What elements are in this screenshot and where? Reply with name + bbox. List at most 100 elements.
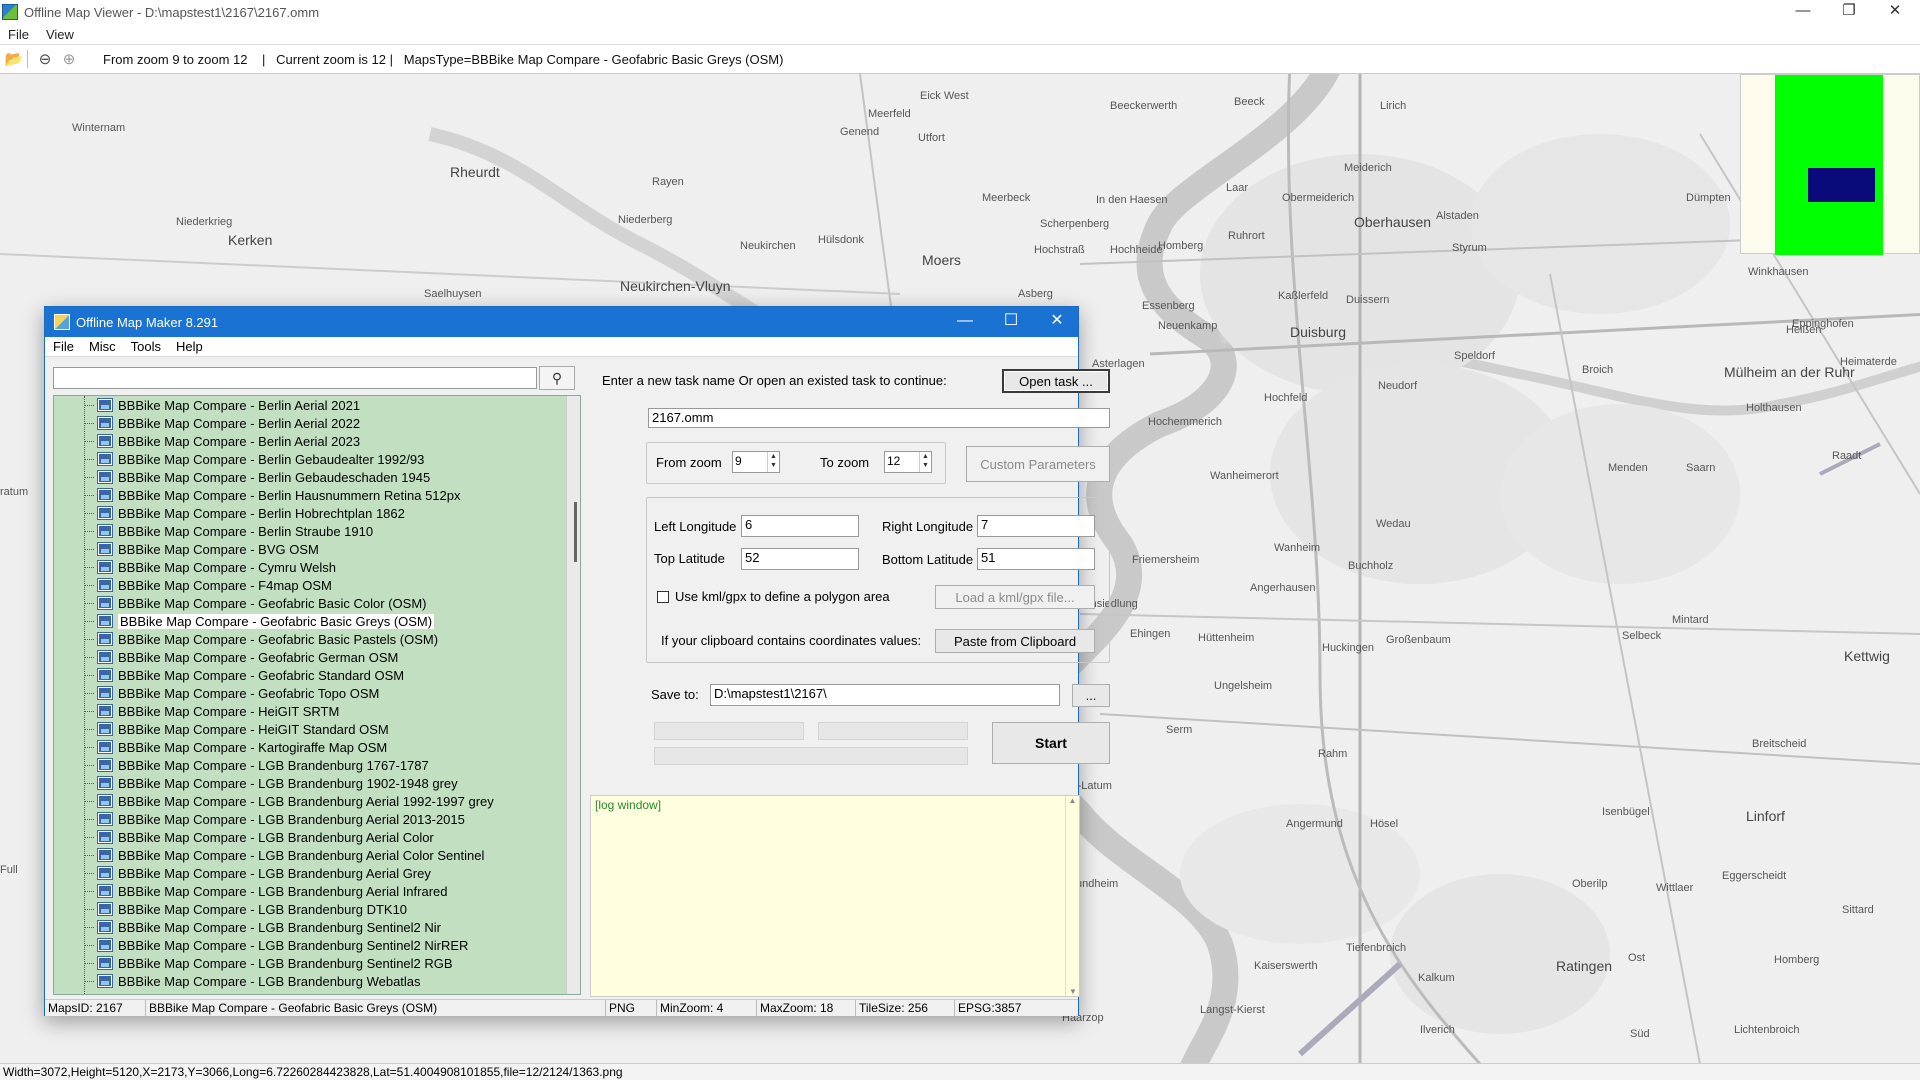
map-place-label: Wanheim xyxy=(1274,542,1321,554)
map-tile-icon xyxy=(97,938,113,952)
map-source-item[interactable]: BBBike Map Compare - Berlin Hausnummern … xyxy=(54,486,494,504)
map-source-item[interactable]: BBBike Map Compare - Berlin Gebaudeschad… xyxy=(54,468,494,486)
map-tile-icon xyxy=(97,884,113,898)
map-place-label: Heimaterde xyxy=(1840,356,1897,368)
map-source-item[interactable]: BBBike Map Compare - Geofabric Topo OSM xyxy=(54,684,494,702)
dialog-menu-tools[interactable]: Tools xyxy=(123,339,168,354)
map-source-label: BBBike Map Compare - LGB Brandenburg Aer… xyxy=(118,847,485,863)
spinner-arrows-icon[interactable]: ▲ ▼ xyxy=(919,452,931,472)
paste-clipboard-button[interactable]: Paste from Clipboard xyxy=(935,629,1095,653)
dialog-maximize-icon[interactable]: ☐ xyxy=(988,307,1034,337)
map-place-label: Beeck xyxy=(1234,96,1265,108)
map-source-item[interactable]: BBBike Map Compare - LGB Brandenburg Aer… xyxy=(54,810,494,828)
map-source-item[interactable]: BBBike Map Compare - HeiGIT Standard OSM xyxy=(54,720,494,738)
map-tile-icon xyxy=(97,740,113,754)
map-source-item[interactable]: BBBike Map Compare - Berlin Hobrechtplan… xyxy=(54,504,494,522)
dialog-menu-help[interactable]: Help xyxy=(168,339,210,354)
dialog-close-icon[interactable]: ✕ xyxy=(1034,307,1080,337)
map-source-item[interactable]: BBBike Map Compare - LGB Brandenburg Aer… xyxy=(54,882,494,900)
scroll-down-icon[interactable]: ▼ xyxy=(1069,987,1077,996)
map-source-item[interactable]: BBBike Map Compare - Geofabric German OS… xyxy=(54,648,494,666)
map-place-label: Selbeck xyxy=(1622,630,1662,642)
map-source-item[interactable]: BBBike Map Compare - Berlin Aerial 2023 xyxy=(54,432,494,450)
task-prompt-label: Enter a new task name Or open an existed… xyxy=(602,373,947,388)
overview-minimap[interactable] xyxy=(1740,74,1920,255)
dialog-title-bar[interactable]: Offline Map Maker 8.291 — ☐ ✕ xyxy=(45,307,1078,337)
map-source-item[interactable]: BBBike Map Compare - LGB Brandenburg 176… xyxy=(54,756,494,774)
map-source-item[interactable]: BBBike Map Compare - Kartogiraffe Map OS… xyxy=(54,738,494,756)
minimize-icon[interactable]: — xyxy=(1780,0,1826,24)
save-path-input[interactable]: D:\mapstest1\2167\ xyxy=(710,684,1060,706)
tree-scroll-thumb[interactable] xyxy=(574,502,577,562)
log-scrollbar[interactable]: ▲ ▼ xyxy=(1065,796,1079,996)
search-button[interactable]: ⚲ xyxy=(539,366,575,390)
map-source-item[interactable]: BBBike Map Compare - Geofabric Basic Pas… xyxy=(54,630,494,648)
zoom-out-icon[interactable]: ⊖ xyxy=(35,49,55,69)
restore-icon[interactable]: ❐ xyxy=(1826,0,1872,24)
map-source-item[interactable]: BBBike Map Compare - Berlin Straube 1910 xyxy=(54,522,494,540)
map-source-item[interactable]: BBBike Map Compare - LGB Brandenburg Sen… xyxy=(54,954,494,972)
zoom-in-icon[interactable]: ⊕ xyxy=(59,49,79,69)
map-source-item[interactable]: BBBike Map Compare - LGB Brandenburg Aer… xyxy=(54,846,494,864)
map-tile-icon xyxy=(97,398,113,412)
load-kml-button[interactable]: Load a kml/gpx file... xyxy=(935,585,1095,609)
to-zoom-spinner[interactable]: 12 ▲ ▼ xyxy=(884,451,932,473)
map-source-label: BBBike Map Compare - HeiGIT Standard OSM xyxy=(118,721,389,737)
map-source-item[interactable]: BBBike Map Compare - BVG OSM xyxy=(54,540,494,558)
map-source-item[interactable]: BBBike Map Compare - HeiGIT SRTM xyxy=(54,702,494,720)
map-source-item[interactable]: BBBike Map Compare - LGB Brandenburg 190… xyxy=(54,774,494,792)
map-source-item[interactable]: BBBike Map Compare - LGB Brandenburg Sen… xyxy=(54,936,494,954)
dialog-menu-file[interactable]: File xyxy=(45,339,81,354)
map-place-label: Hochemmerich xyxy=(1148,416,1222,428)
map-source-item[interactable]: BBBike Map Compare - LGB Brandenburg DTK… xyxy=(54,900,494,918)
map-source-item[interactable]: BBBike Map Compare - LGB Brandenburg Web… xyxy=(54,972,494,990)
menu-file[interactable]: File xyxy=(0,27,38,42)
dialog-menu-misc[interactable]: Misc xyxy=(81,339,123,354)
right-longitude-input[interactable]: 7 xyxy=(977,515,1095,537)
browse-button[interactable]: ... xyxy=(1072,684,1110,707)
map-source-item[interactable]: BBBike Map Compare - LGB Brandenburg Aer… xyxy=(54,792,494,810)
map-source-item[interactable]: BBBike Map Compare - F4map OSM xyxy=(54,576,494,594)
start-button[interactable]: Start xyxy=(992,722,1110,764)
bottom-latitude-input[interactable]: 51 xyxy=(977,548,1095,570)
tree-connector xyxy=(84,422,94,424)
map-place-label: Dümpten xyxy=(1686,192,1731,204)
top-latitude-input[interactable]: 52 xyxy=(741,548,859,570)
dialog-minimize-icon[interactable]: — xyxy=(942,307,988,337)
tree-connector xyxy=(84,782,94,784)
close-icon[interactable]: ✕ xyxy=(1872,0,1918,24)
map-source-item[interactable]: BBBike Map Compare - Geofabric Standard … xyxy=(54,666,494,684)
map-source-item[interactable]: BBBike Map Compare - LGB Brandenburg Aer… xyxy=(54,864,494,882)
map-place-label: Holthausen xyxy=(1746,402,1802,414)
log-window[interactable]: [log window] ▲ ▼ xyxy=(590,795,1080,997)
left-longitude-input[interactable]: 6 xyxy=(741,515,859,537)
to-zoom-value: 12 xyxy=(887,454,901,468)
map-source-item[interactable]: BBBike Map Compare - Geofabric Basic Col… xyxy=(54,594,494,612)
scroll-up-icon[interactable]: ▲ xyxy=(1069,796,1077,805)
menu-view[interactable]: View xyxy=(38,27,83,42)
map-place-label: Raadt xyxy=(1832,450,1862,462)
maps-tree[interactable]: BBBike Map Compare - Berlin Aerial 2021 B… xyxy=(53,395,581,995)
map-search-input[interactable] xyxy=(53,367,537,389)
map-source-item[interactable]: BBBike Map Compare - LGB Brandenburg Sen… xyxy=(54,918,494,936)
kml-checkbox[interactable] xyxy=(657,591,669,603)
map-source-label: BBBike Map Compare - LGB Brandenburg Web… xyxy=(118,973,421,989)
spinner-arrows-icon[interactable]: ▲ ▼ xyxy=(767,452,779,472)
map-source-item[interactable]: BBBike Map Compare - Berlin Aerial 2021 xyxy=(54,396,494,414)
custom-parameters-button[interactable]: Custom Parameters xyxy=(966,446,1110,482)
task-name-input[interactable]: 2167.omm xyxy=(648,408,1110,428)
from-zoom-spinner[interactable]: 9 ▲ ▼ xyxy=(732,451,780,473)
map-source-item[interactable]: BBBike Map Compare - Berlin Aerial 2022 xyxy=(54,414,494,432)
folder-open-icon[interactable]: 📂 xyxy=(4,49,24,69)
app-icon xyxy=(2,4,18,20)
map-source-item[interactable]: BBBike Map Compare - Geofabric Basic Gre… xyxy=(54,612,494,630)
map-place-label: Hochstraß xyxy=(1034,244,1085,256)
tree-scrollbar[interactable] xyxy=(566,396,580,994)
map-source-item[interactable]: BBBike Map Compare - Berlin Gebaudealter… xyxy=(54,450,494,468)
map-source-label: BBBike Map Compare - Berlin Aerial 2021 xyxy=(118,397,361,413)
map-source-item[interactable]: BBBike Map Compare - LGB Brandenburg Aer… xyxy=(54,828,494,846)
tree-connector xyxy=(84,440,94,442)
open-task-button[interactable]: Open task ... xyxy=(1002,369,1110,393)
map-source-item[interactable]: BBBike Map Compare - Cymru Welsh xyxy=(54,558,494,576)
tree-connector xyxy=(84,962,94,964)
